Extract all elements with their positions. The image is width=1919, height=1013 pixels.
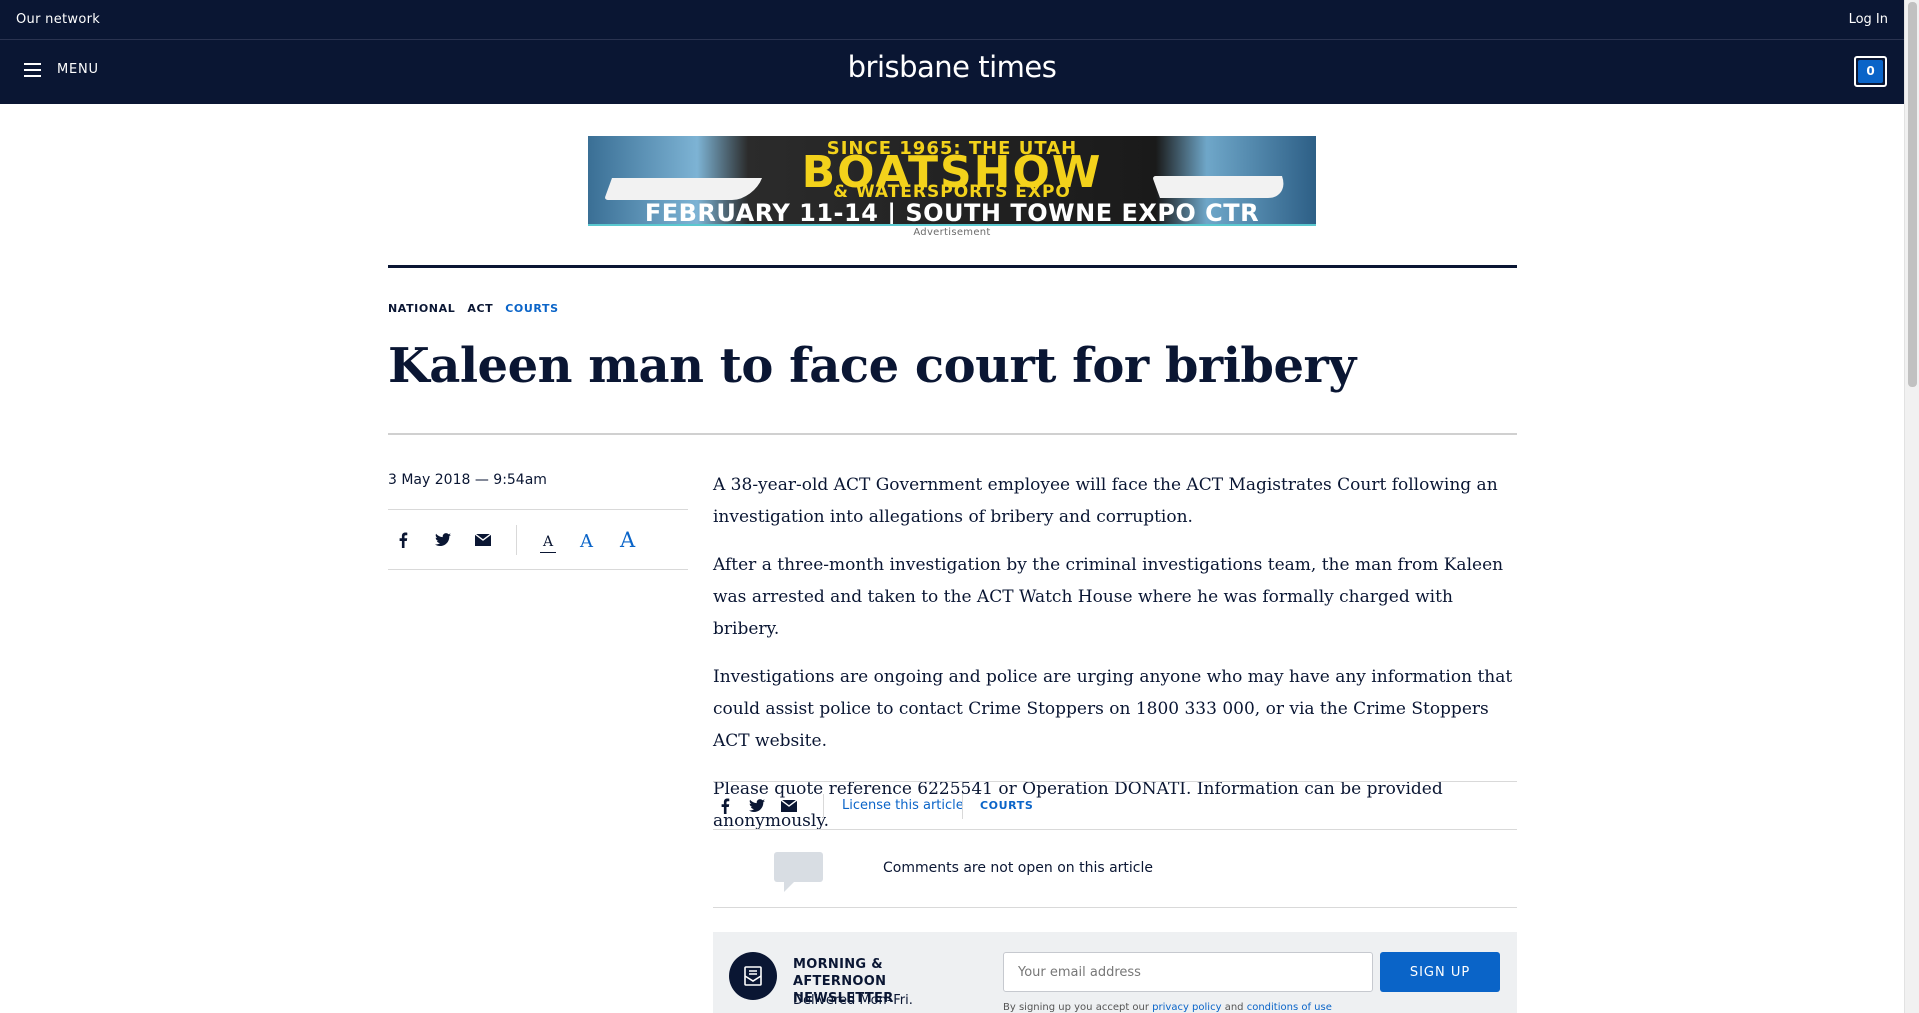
comments-closed-text: Comments are not open on this article [883,860,1153,876]
newsletter-legal: By signing up you accept our privacy pol… [1003,1002,1332,1013]
breadcrumb-courts[interactable]: COURTS [505,302,558,315]
legal-prefix: By signing up you accept our [1003,1002,1149,1013]
email-icon[interactable] [779,796,799,816]
advertisement-banner[interactable]: SINCE 1965: THE UTAH BOATSHOW & WATERSPO… [588,136,1316,226]
conditions-of-use-link[interactable]: conditions of use [1247,1002,1332,1013]
article-tools: A A A [388,509,688,570]
license-article-link[interactable]: License this article [842,798,964,813]
cart-count: 0 [1858,60,1883,83]
scrollbar-thumb[interactable] [1908,2,1917,387]
article-dateline: 3 May 2018 — 9:54am [388,472,547,488]
newsletter-signup: MORNING & AFTERNOON NEWSLETTER Delivered… [713,932,1517,1013]
comments-section: Comments are not open on this article [713,830,1517,908]
ad-label: Advertisement [913,227,991,238]
breadcrumb: NATIONAL ACT COURTS [388,302,559,315]
article-paragraph: After a three-month investigation by the… [713,555,1504,639]
headline-rule [388,433,1517,435]
login-link[interactable]: Log In [1849,12,1888,27]
newsletter-icon [729,952,777,1000]
ad-bottom-line: FEBRUARY 11-14 | SOUTH TOWNE EXPO CTR [644,199,1260,226]
site-logo[interactable]: brisbane times [0,50,1904,84]
twitter-icon[interactable] [747,796,767,816]
font-size-small-button[interactable]: A [540,534,557,553]
page-scrollbar[interactable] [1904,0,1919,1013]
site-header: MENU brisbane times 0 [0,40,1904,104]
twitter-icon[interactable] [433,530,453,550]
facebook-icon[interactable] [393,530,413,550]
breadcrumb-act[interactable]: ACT [467,302,493,315]
footer-divider [962,794,963,819]
breadcrumb-national[interactable]: NATIONAL [388,302,455,315]
topic-tag-courts[interactable]: COURTS [980,799,1033,812]
email-input[interactable] [1003,952,1373,992]
article-paragraph: Investigations are ongoing and police ar… [713,667,1513,751]
article-headline: Kaleen man to face court for bribery [388,338,1356,394]
network-bar: Our network Log In [0,0,1904,40]
tools-divider [516,525,517,555]
our-network-link[interactable]: Our network [16,12,100,27]
sign-up-button[interactable]: SIGN UP [1380,952,1500,992]
comment-bubble-icon [774,852,823,892]
article-paragraph: A 38-year-old ACT Government employee wi… [713,475,1498,527]
facebook-icon[interactable] [715,796,735,816]
newsletter-subtitle: Delivered Mon–Fri. [793,993,913,1008]
footer-divider [823,794,824,819]
font-size-large-button[interactable]: A [620,528,635,552]
privacy-policy-link[interactable]: privacy policy [1152,1002,1221,1013]
header-rule [388,265,1517,268]
legal-and: and [1224,1002,1244,1013]
email-icon[interactable] [473,530,493,550]
font-size-medium-button[interactable]: A [580,531,593,552]
article-footer-share: License this article COURTS [713,781,1517,830]
cart-button[interactable]: 0 [1854,56,1887,87]
